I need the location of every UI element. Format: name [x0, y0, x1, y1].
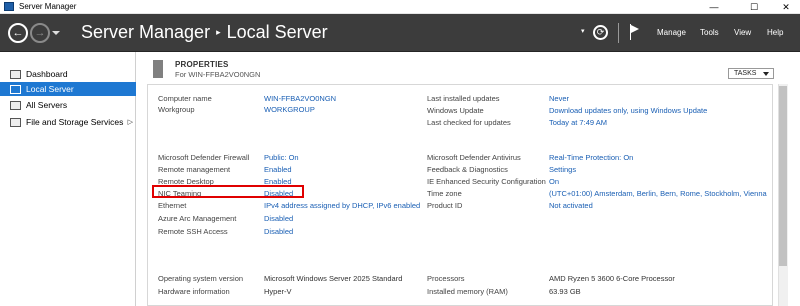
- prop-label: Remote management: [158, 165, 231, 174]
- history-dropdown-icon[interactable]: [52, 31, 60, 35]
- prop-label: Windows Update: [427, 106, 484, 115]
- hardware-info-value: Hyper-V: [264, 287, 292, 296]
- azure-arc-link[interactable]: Disabled: [264, 214, 293, 223]
- sidebar-item-file-storage[interactable]: File and Storage Services ▷: [0, 115, 136, 129]
- sidebar-item-dashboard[interactable]: Dashboard: [0, 67, 136, 81]
- close-button[interactable]: ✕: [772, 0, 800, 14]
- remote-management-link[interactable]: Enabled: [264, 165, 292, 174]
- os-version-value: Microsoft Windows Server 2025 Standard: [264, 274, 403, 283]
- notifications-flag-icon[interactable]: [629, 24, 639, 40]
- menu-manage[interactable]: Manage: [657, 28, 686, 37]
- breadcrumb-current: Local Server: [226, 22, 328, 42]
- prop-label: Microsoft Defender Firewall: [158, 153, 250, 162]
- back-arrow-icon: ←: [12, 27, 24, 39]
- tasks-button[interactable]: TASKS: [728, 68, 774, 79]
- remote-ssh-link[interactable]: Disabled: [264, 227, 293, 236]
- sidebar-item-label: Local Server: [26, 84, 74, 94]
- prop-label: Operating system version: [158, 274, 244, 283]
- prop-label: Last installed updates: [427, 94, 500, 103]
- prop-label: Feedback & Diagnostics: [427, 165, 508, 174]
- firewall-link[interactable]: Public: On: [264, 153, 299, 162]
- sidebar-item-label: All Servers: [26, 100, 68, 110]
- windows-update-link[interactable]: Download updates only, using Windows Upd…: [549, 106, 707, 115]
- servers-icon: [10, 100, 21, 110]
- header-bar: ← → Server Manager ▸ Local Server ▾ ⟳ Mana…: [0, 14, 800, 52]
- properties-title: PROPERTIES: [175, 60, 229, 69]
- back-button[interactable]: ←: [8, 23, 28, 43]
- last-installed-updates-link[interactable]: Never: [549, 94, 569, 103]
- nic-teaming-highlight: [152, 185, 304, 198]
- server-manager-app-icon: [4, 2, 14, 11]
- menu-view[interactable]: View: [734, 28, 751, 37]
- sidebar-item-label: File and Storage Services: [26, 117, 124, 127]
- feedback-diagnostics-link[interactable]: Settings: [549, 165, 576, 174]
- prop-label: Workgroup: [158, 105, 195, 114]
- maximize-button[interactable]: ☐: [740, 0, 768, 14]
- title-bar: Server Manager — ☐ ✕: [0, 0, 800, 14]
- menu-help[interactable]: Help: [767, 28, 783, 37]
- refresh-icon: ⟳: [596, 27, 605, 37]
- server-icon: [10, 84, 21, 94]
- workgroup-link[interactable]: WORKGROUP: [264, 105, 315, 114]
- forward-arrow-icon: →: [34, 27, 46, 39]
- menu-tools[interactable]: Tools: [700, 28, 719, 37]
- ethernet-link[interactable]: IPv4 address assigned by DHCP, IPv6 enab…: [264, 201, 420, 210]
- prop-label: Hardware information: [158, 287, 230, 296]
- prop-label: Azure Arc Management: [158, 214, 237, 223]
- processors-value: AMD Ryzen 5 3600 6-Core Processor: [549, 274, 675, 283]
- prop-label: Last checked for updates: [427, 118, 511, 127]
- header-divider: [618, 23, 619, 43]
- sidebar-item-all-servers[interactable]: All Servers: [0, 98, 136, 112]
- refresh-button[interactable]: ⟳: [593, 25, 608, 40]
- last-checked-link[interactable]: Today at 7:49 AM: [549, 118, 607, 127]
- prop-label: Installed memory (RAM): [427, 287, 508, 296]
- expand-arrow-icon[interactable]: ▷: [128, 118, 133, 126]
- prop-label: Microsoft Defender Antivirus: [427, 153, 521, 162]
- sidebar-item-label: Dashboard: [26, 69, 68, 79]
- product-id-link[interactable]: Not activated: [549, 201, 593, 210]
- refresh-dropdown-icon[interactable]: ▾: [581, 27, 585, 35]
- prop-label: Computer name: [158, 94, 212, 103]
- computer-name-link[interactable]: WIN-FFBA2VO0NGN: [264, 94, 336, 103]
- prop-label: Remote SSH Access: [158, 227, 228, 236]
- breadcrumb-root[interactable]: Server Manager: [81, 22, 210, 42]
- minimize-button[interactable]: —: [700, 0, 728, 14]
- prop-label: Processors: [427, 274, 465, 283]
- properties-scrollbar-thumb[interactable]: [779, 86, 787, 266]
- memory-value: 63.93 GB: [549, 287, 581, 296]
- storage-icon: [10, 117, 21, 127]
- prop-label: Product ID: [427, 201, 463, 210]
- prop-label: IE Enhanced Security Configuration: [427, 177, 546, 186]
- prop-label: Ethernet: [158, 201, 187, 210]
- forward-button[interactable]: →: [30, 23, 50, 43]
- properties-subtitle: For WIN-FFBA2VO0NGN: [175, 70, 261, 79]
- sidebar-item-local-server[interactable]: Local Server: [0, 82, 136, 96]
- tasks-dropdown-icon: [763, 72, 769, 76]
- dashboard-icon: [10, 69, 21, 79]
- breadcrumb-separator-icon: ▸: [216, 27, 221, 37]
- properties-icon: [153, 60, 163, 78]
- sidebar: Dashboard Local Server All Servers File …: [0, 52, 136, 306]
- window-title: Server Manager: [19, 2, 77, 11]
- breadcrumb: Server Manager ▸ Local Server: [81, 22, 328, 43]
- prop-label: Time zone: [427, 189, 462, 198]
- tasks-label: TASKS: [734, 70, 757, 77]
- ie-esc-link[interactable]: On: [549, 177, 559, 186]
- defender-antivirus-link[interactable]: Real-Time Protection: On: [549, 153, 633, 162]
- time-zone-link[interactable]: (UTC+01:00) Amsterdam, Berlin, Bern, Rom…: [549, 189, 767, 198]
